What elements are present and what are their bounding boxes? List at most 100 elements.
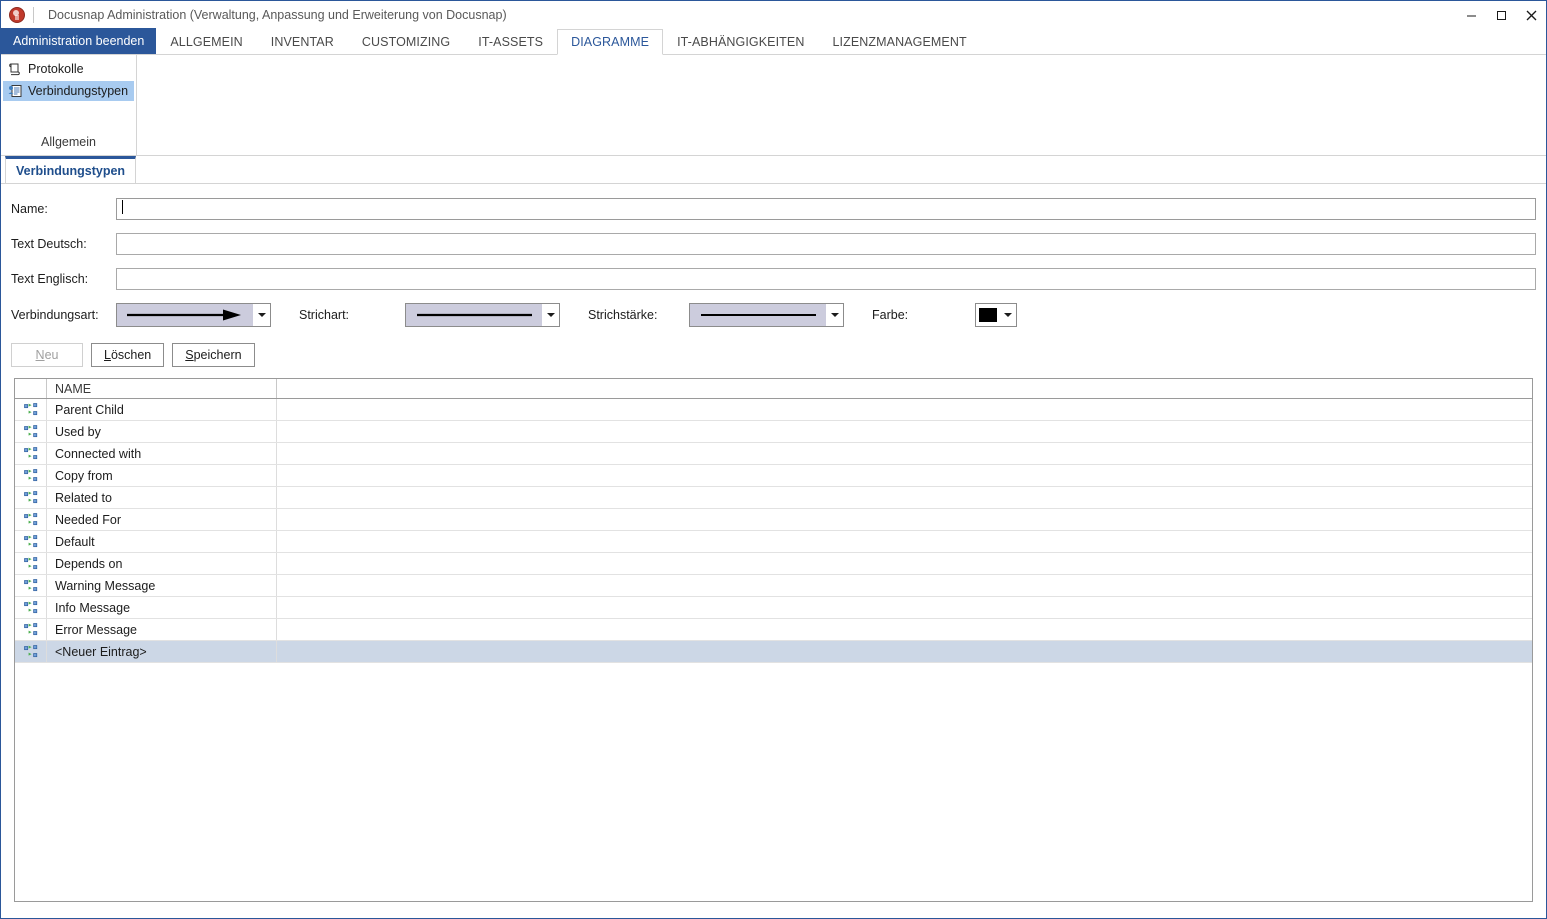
docusnap-logo-icon — [9, 7, 25, 23]
ribbon-item-protokolle[interactable]: Protokolle — [3, 59, 134, 79]
connection-type-form: Name: Text Deutsch: Text Englisch: Verbi… — [1, 184, 1546, 327]
text-englisch-input[interactable] — [116, 268, 1536, 290]
row-blank-cell — [277, 575, 1532, 596]
table-row[interactable]: Used by — [15, 421, 1532, 443]
ribbon-tab-it-abhaengigkeiten[interactable]: IT-ABHÄNGIGKEITEN — [663, 28, 818, 54]
form-action-buttons: Neu Löschen Speichern — [1, 327, 1546, 367]
connection-type-icon — [23, 469, 37, 482]
farbe-combobox[interactable] — [975, 303, 1017, 327]
table-row[interactable]: Error Message — [15, 619, 1532, 641]
maximize-icon[interactable] — [1486, 1, 1516, 29]
connection-type-icon — [23, 579, 37, 592]
row-indicator-cell — [15, 641, 47, 662]
ribbon-tab-lizenzmanagement[interactable]: LIZENZMANAGEMENT — [818, 28, 980, 54]
window-controls — [1456, 1, 1546, 29]
ribbon-group-allgemein: Protokolle Verbindungstypen Allgemein — [1, 55, 137, 155]
row-blank-cell — [277, 531, 1532, 552]
form-row-line-style: Verbindungsart: Strichart: Strichstärke:… — [11, 303, 1536, 327]
arrow-line-preview — [117, 304, 253, 326]
table-row[interactable]: Warning Message — [15, 575, 1532, 597]
row-name-cell: Used by — [47, 421, 277, 442]
loeschen-label-rest: öschen — [110, 348, 152, 362]
ribbon-tab-strip: Administration beenden ALLGEMEIN INVENTA… — [1, 28, 1546, 55]
grid-body: Parent Child Used by Connected with Copy… — [15, 399, 1532, 663]
row-name-cell: Parent Child — [47, 399, 277, 420]
form-row-text-englisch: Text Englisch: — [11, 268, 1536, 290]
row-indicator-cell — [15, 509, 47, 530]
loeschen-button[interactable]: Löschen — [91, 343, 165, 367]
connection-type-icon — [23, 601, 37, 614]
row-name-cell: Error Message — [47, 619, 277, 640]
row-name-cell: <Neuer Eintrag> — [47, 641, 277, 662]
ribbon-tab-diagramme[interactable]: DIAGRAMME — [557, 29, 664, 55]
name-label: Name: — [11, 202, 48, 216]
name-input[interactable] — [116, 198, 1536, 220]
ribbon-tab-allgemein[interactable]: ALLGEMEIN — [156, 28, 256, 54]
ribbon-tab-customizing[interactable]: CUSTOMIZING — [348, 28, 464, 54]
text-deutsch-input[interactable] — [116, 233, 1536, 255]
table-row[interactable]: Needed For — [15, 509, 1532, 531]
connection-type-icon — [23, 513, 37, 526]
ribbon-item-label: Verbindungstypen — [28, 84, 129, 98]
row-indicator-cell — [15, 421, 47, 442]
table-row[interactable]: Related to — [15, 487, 1532, 509]
row-name-cell: Copy from — [47, 465, 277, 486]
neu-button[interactable]: Neu — [11, 343, 83, 367]
row-name-cell: Depends on — [47, 553, 277, 574]
close-icon[interactable] — [1516, 1, 1546, 29]
row-name-cell: Related to — [47, 487, 277, 508]
ribbon-item-verbindungstypen[interactable]: Verbindungstypen — [3, 81, 134, 101]
connection-types-grid: NAME Parent Child Used by Connected with… — [14, 378, 1533, 902]
row-indicator-cell — [15, 443, 47, 464]
form-row-text-deutsch: Text Deutsch: — [11, 233, 1536, 255]
row-name-cell: Info Message — [47, 597, 277, 618]
table-row[interactable]: Copy from — [15, 465, 1532, 487]
ribbon-group-label: Allgemein — [41, 135, 96, 149]
table-row[interactable]: Depends on — [15, 553, 1532, 575]
row-blank-cell — [277, 421, 1532, 442]
chevron-down-icon[interactable] — [999, 304, 1016, 326]
strichstaerke-label: Strichstärke: — [588, 308, 658, 322]
row-indicator-cell — [15, 531, 47, 552]
table-row[interactable]: <Neuer Eintrag> — [15, 641, 1532, 663]
ribbon-tab-it-assets[interactable]: IT-ASSETS — [464, 28, 557, 54]
exit-administration-button[interactable]: Administration beenden — [1, 28, 157, 54]
chevron-down-icon[interactable] — [253, 304, 270, 326]
ribbon-panel: Protokolle Verbindungstypen Allgemein — [1, 55, 1546, 156]
neu-mnemonic: N — [35, 348, 45, 362]
verbindungsart-label: Verbindungsart: — [11, 308, 99, 322]
ribbon-tab-inventar[interactable]: INVENTAR — [257, 28, 348, 54]
farbe-label: Farbe: — [872, 308, 909, 322]
ribbon-empty-area — [137, 55, 1546, 155]
row-blank-cell — [277, 487, 1532, 508]
solid-line-preview — [406, 304, 542, 326]
row-indicator-cell — [15, 399, 47, 420]
strichstaerke-combobox[interactable] — [689, 303, 844, 327]
strichart-combobox[interactable] — [405, 303, 560, 327]
row-indicator-cell — [15, 487, 47, 508]
verbindungsart-combobox[interactable] — [116, 303, 271, 327]
text-deutsch-label: Text Deutsch: — [11, 237, 87, 251]
chevron-down-icon[interactable] — [826, 304, 843, 326]
speichern-mnemonic: S — [185, 348, 194, 362]
connection-type-icon — [23, 403, 37, 416]
grid-header-name[interactable]: NAME — [47, 379, 277, 398]
row-blank-cell — [277, 443, 1532, 464]
table-row[interactable]: Parent Child — [15, 399, 1532, 421]
table-row[interactable]: Info Message — [15, 597, 1532, 619]
minimize-icon[interactable] — [1456, 1, 1486, 29]
table-row[interactable]: Default — [15, 531, 1532, 553]
speichern-label-rest: peichern — [193, 348, 242, 362]
table-row[interactable]: Connected with — [15, 443, 1532, 465]
row-name-cell: Needed For — [47, 509, 277, 530]
connection-type-icon — [23, 491, 37, 504]
connection-type-icon — [23, 623, 37, 636]
connection-type-icon — [23, 645, 37, 658]
document-tab-verbindungstypen[interactable]: Verbindungstypen — [5, 156, 137, 183]
grid-header-blank[interactable] — [277, 379, 1532, 398]
ribbon-group-items: Protokolle Verbindungstypen — [1, 55, 136, 135]
speichern-button[interactable]: Speichern — [172, 343, 255, 367]
row-blank-cell — [277, 619, 1532, 640]
grid-header-indicator[interactable] — [15, 379, 47, 398]
chevron-down-icon[interactable] — [542, 304, 559, 326]
